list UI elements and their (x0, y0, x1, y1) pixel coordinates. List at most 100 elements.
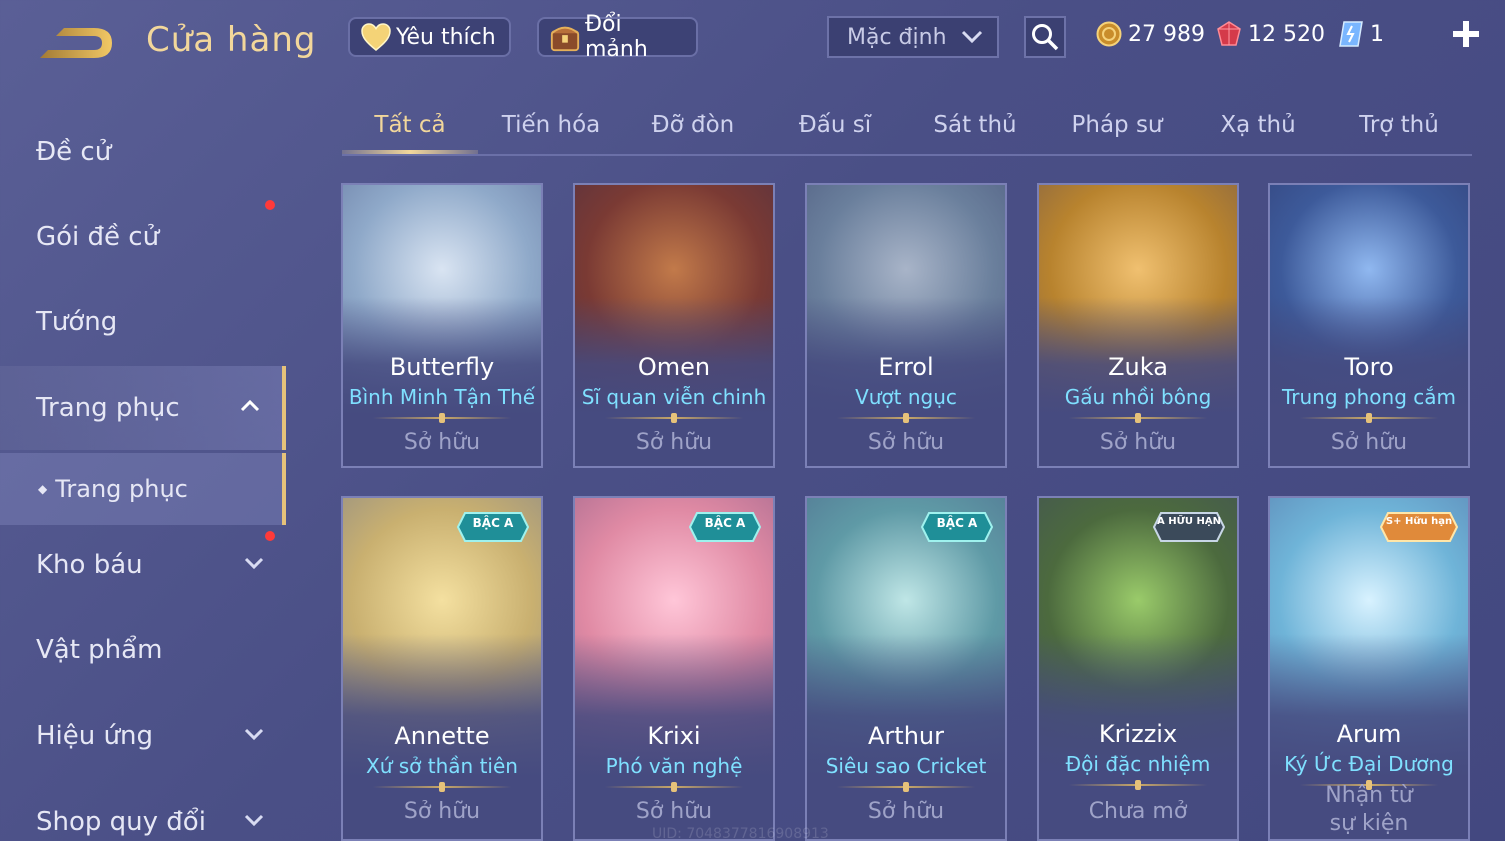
tier-badge-label: A HỮU HẠN (1156, 516, 1222, 527)
top-bar: Cửa hàng Yêu thích Đổi mảnh Mặc định 27 … (0, 0, 1505, 90)
hero-name: Zuka (1108, 353, 1168, 381)
sidebar-item-label: Tướng (36, 307, 118, 337)
tab-mage[interactable]: Pháp sư (1071, 112, 1162, 138)
skin-name: Vượt ngục (855, 385, 957, 409)
notification-dot (265, 200, 275, 210)
chevron-up-icon (240, 399, 260, 412)
ownership-status: Sở hữu (867, 799, 945, 824)
back-arrow-icon[interactable] (36, 22, 116, 64)
divider (1069, 780, 1207, 790)
sidebar-item-effects[interactable]: Hiệu ứng (0, 696, 286, 776)
divider (837, 413, 975, 423)
divider (605, 782, 743, 792)
search-icon (1032, 24, 1059, 51)
skin-name: Xứ sở thần tiên (366, 754, 518, 778)
skin-name: Gấu nhồi bông (1064, 385, 1212, 409)
notification-dot (265, 531, 275, 541)
ownership-status: Nhận từ sự kiện (1325, 783, 1413, 836)
chevron-down-icon (961, 30, 983, 44)
skin-card[interactable]: Omen Sĩ quan viễn chinh Sở hữu (573, 183, 775, 468)
tab-evolution[interactable]: Tiến hóa (502, 112, 601, 138)
tab-assassin[interactable]: Sát thủ (933, 112, 1016, 138)
skin-card[interactable]: Errol Vượt ngục Sở hữu (805, 183, 1007, 468)
sidebar-item-heroes[interactable]: Tướng (0, 282, 286, 362)
ownership-status: Sở hữu (635, 430, 713, 455)
ownership-status: Sở hữu (1330, 430, 1408, 455)
ownership-status: Chưa mở (1088, 799, 1188, 824)
sort-dropdown[interactable]: Mặc định (827, 16, 999, 58)
sidebar-item-recommended-packs[interactable]: Gói đề cử (0, 197, 286, 277)
user-id-watermark: UID: 7048377816908913 (652, 826, 829, 841)
divider (373, 413, 511, 423)
skin-card[interactable]: BẬC A Krixi Phó văn nghệ Sở hữu (573, 496, 775, 841)
skin-name: Đội đặc nhiệm (1065, 752, 1211, 776)
exchange-fragments-button[interactable]: Đổi mảnh (537, 12, 698, 62)
favorites-button[interactable]: Yêu thích (348, 17, 511, 57)
hero-name: Omen (637, 353, 711, 381)
skin-name: Sĩ quan viễn chinh (581, 385, 767, 409)
hero-name: Toro (1344, 353, 1394, 381)
exchange-label: Đổi mảnh (585, 12, 648, 62)
hero-name: Errol (878, 353, 934, 381)
sidebar-subitem-skins[interactable]: ◆ Trang phục (0, 453, 286, 525)
ownership-status: Sở hữu (1099, 430, 1177, 455)
sidebar-item-treasure[interactable]: Kho báu (0, 525, 286, 605)
ownership-status: Sở hữu (867, 430, 945, 455)
skin-name: Trung phong cắm (1282, 385, 1456, 409)
red-gem-icon (1217, 21, 1241, 46)
gold-amount: 27 989 (1128, 21, 1205, 47)
sidebar-item-items[interactable]: Vật phẩm (0, 610, 286, 690)
skin-card[interactable]: S+ Hữu hạn Arum Ký Ức Đại Dương Nhận từ … (1268, 496, 1470, 841)
sidebar-item-label: Vật phẩm (36, 635, 163, 665)
hero-name: Krizzix (1098, 720, 1178, 748)
chevron-down-icon (244, 814, 264, 827)
divider (373, 782, 511, 792)
sidebar-item-label: Gói đề cử (36, 222, 160, 252)
diamond-bullet-icon: ◆ (38, 482, 48, 496)
sidebar-item-exchange-shop[interactable]: Shop quy đổi (0, 782, 286, 841)
sidebar-item-label: Hiệu ứng (36, 721, 153, 751)
skin-name: Siêu sao Cricket (825, 754, 987, 778)
sidebar-item-recommended[interactable]: Đề cử (0, 112, 286, 192)
sidebar-item-label: Trang phục (55, 475, 188, 503)
chevron-down-icon (244, 557, 264, 570)
skin-name: Phó văn nghệ (605, 754, 743, 778)
tab-fighter[interactable]: Đấu sĩ (799, 112, 871, 138)
gem-balance: 12 520 (1216, 18, 1325, 50)
plus-icon[interactable] (1450, 18, 1482, 50)
skin-name: Bình Minh Tận Thế (348, 385, 536, 409)
ownership-status: Sở hữu (635, 799, 713, 824)
page-title: Cửa hàng (146, 20, 317, 60)
divider (1300, 413, 1438, 423)
tier-badge-label: S+ Hữu hạn (1385, 516, 1453, 527)
tier-badge-label: BẬC A (472, 516, 514, 530)
skin-card[interactable]: Butterfly Bình Minh Tận Thế Sở hữu (341, 183, 543, 468)
tab-marksman[interactable]: Xạ thủ (1220, 112, 1295, 138)
skin-name: Ký Ức Đại Dương (1284, 752, 1454, 776)
skin-card[interactable]: Zuka Gấu nhồi bông Sở hữu (1037, 183, 1239, 468)
tab-support[interactable]: Trợ thủ (1359, 112, 1439, 138)
ownership-status: Sở hữu (403, 430, 481, 455)
gold-coin-icon (1096, 21, 1122, 47)
tier-badge-label: BẬC A (704, 516, 746, 530)
divider (1069, 413, 1207, 423)
skin-card[interactable]: BẬC A Arthur Siêu sao Cricket Sở hữu (805, 496, 1007, 841)
gold-balance: 27 989 (1096, 18, 1205, 50)
tab-tank[interactable]: Đỡ đòn (652, 112, 734, 138)
hero-name: Annette (394, 722, 490, 750)
favorites-label: Yêu thích (396, 24, 496, 50)
search-button[interactable] (1024, 16, 1066, 58)
voucher-balance: 1 (1338, 18, 1384, 50)
sidebar-item-skins[interactable]: Trang phục (0, 366, 286, 450)
sidebar: Đề cử Gói đề cử Tướng Trang phục ◆ Trang… (0, 100, 290, 841)
hero-name: Krixi (647, 722, 701, 750)
sort-value: Mặc định (847, 24, 947, 50)
treasure-chest-icon (549, 21, 581, 53)
skin-card[interactable]: A HỮU HẠN Krizzix Đội đặc nhiệm Chưa mở (1037, 496, 1239, 841)
tab-all[interactable]: Tất cả (374, 112, 445, 138)
hero-name: Arum (1336, 720, 1402, 748)
hero-name: Butterfly (389, 353, 495, 381)
skin-card[interactable]: Toro Trung phong cắm Sở hữu (1268, 183, 1470, 468)
skin-card[interactable]: BẬC A Annette Xứ sở thần tiên Sở hữu (341, 496, 543, 841)
ownership-status: Sở hữu (403, 799, 481, 824)
